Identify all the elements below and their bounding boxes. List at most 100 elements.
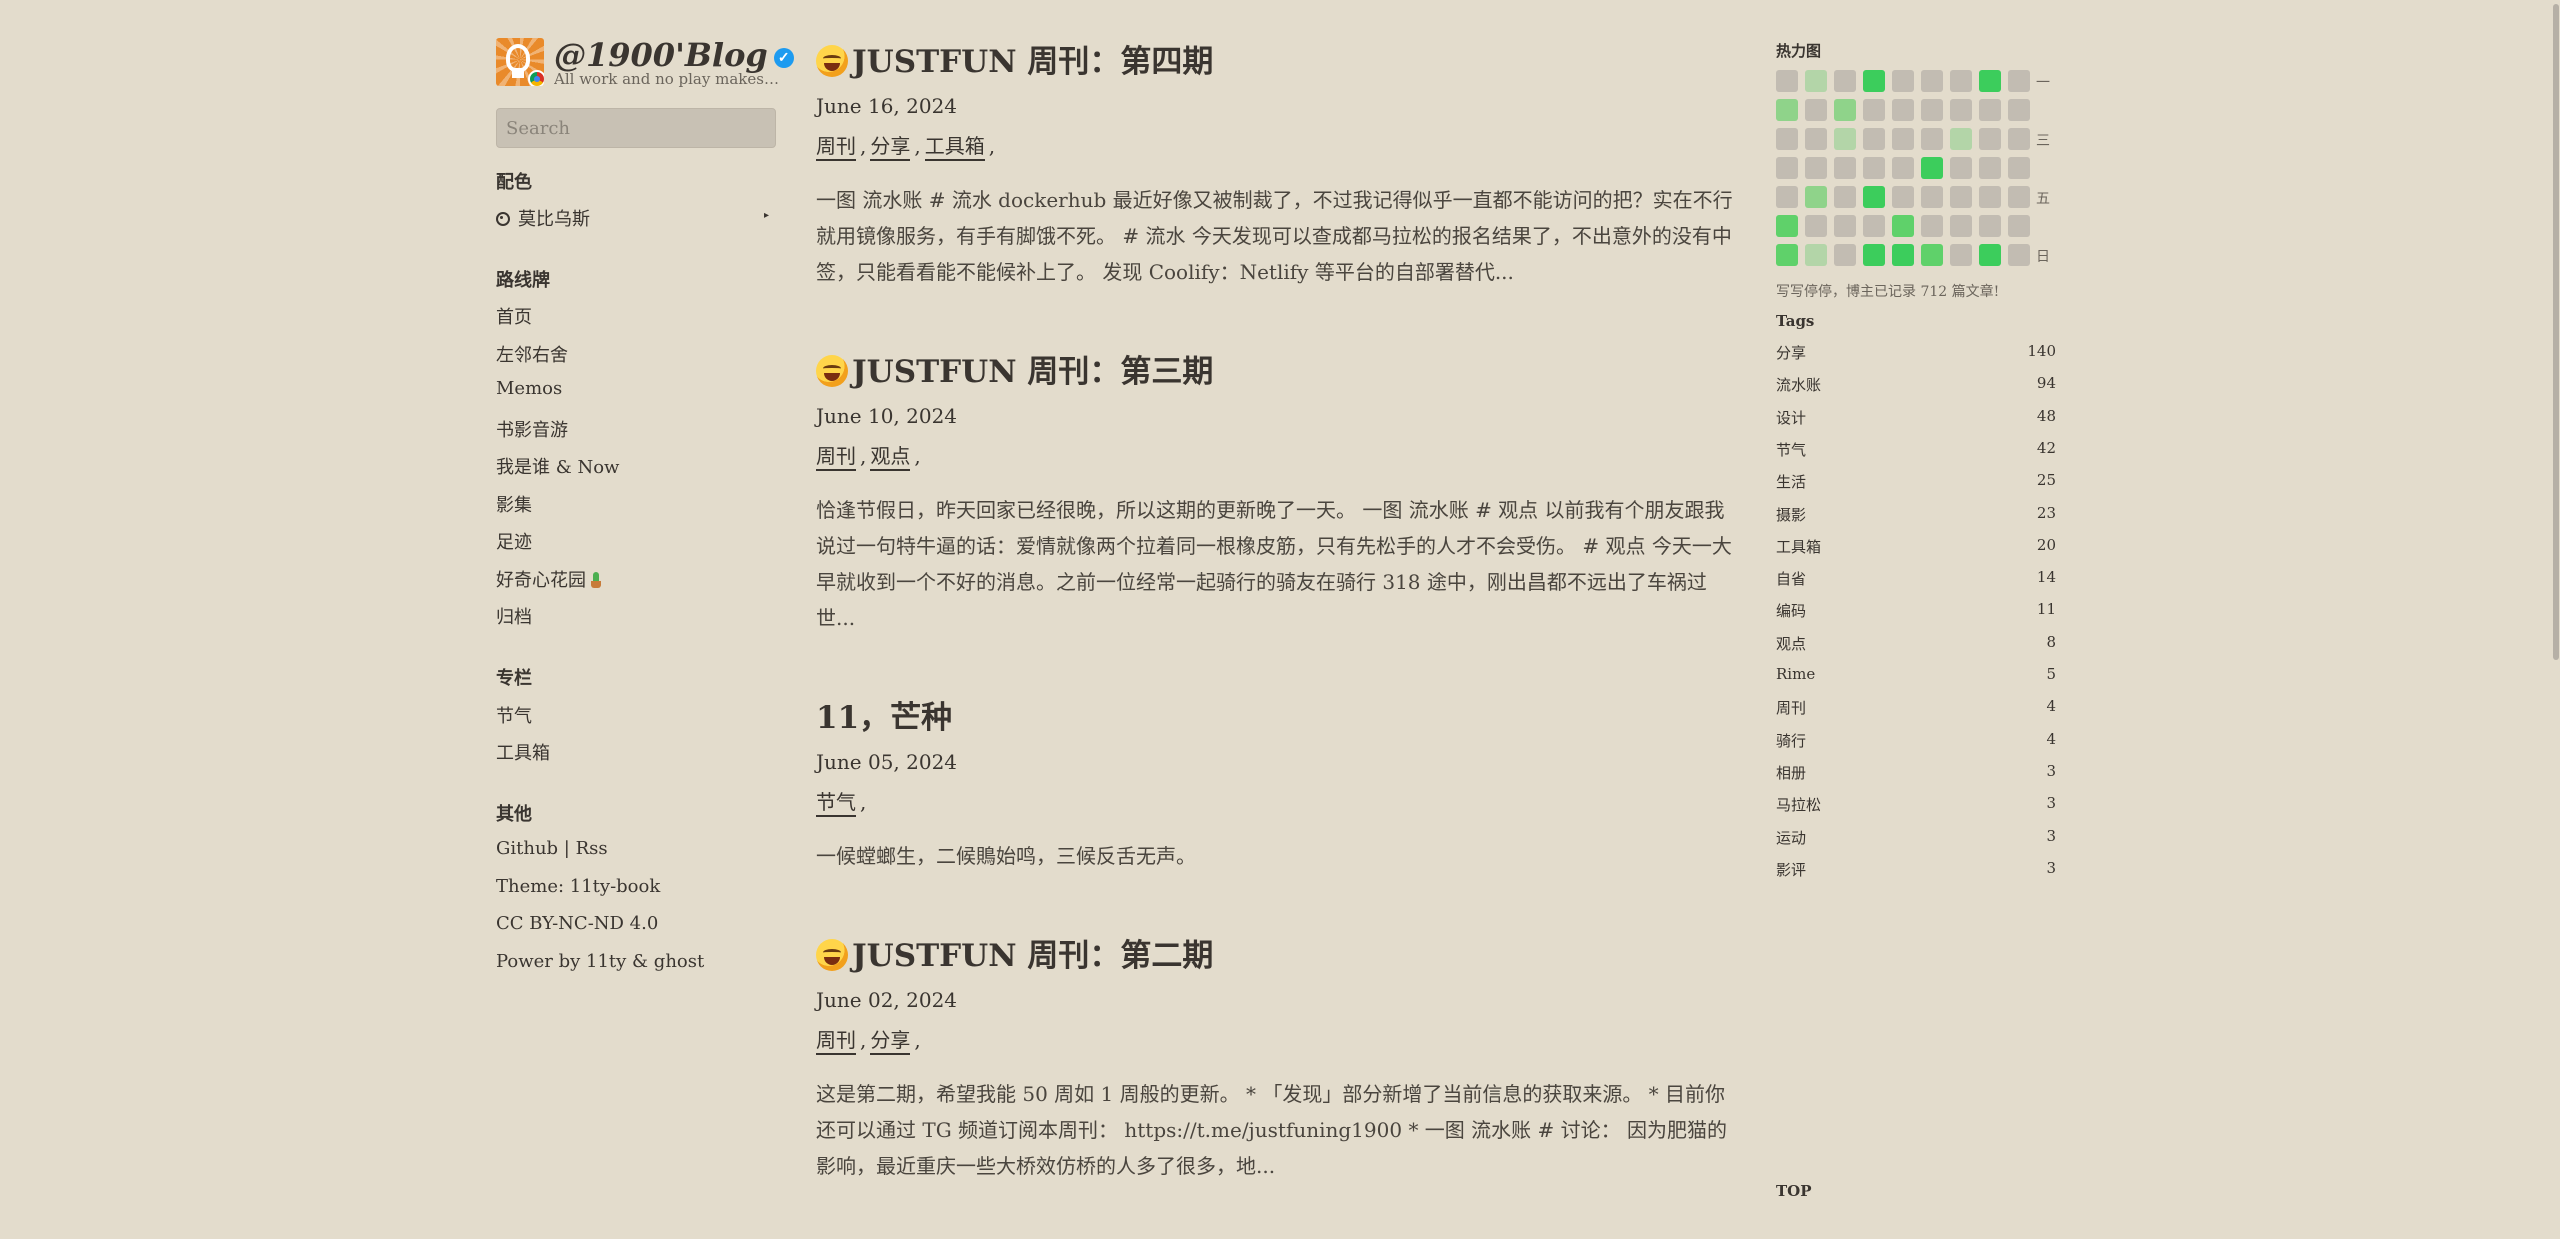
heatmap-cell[interactable] [1834, 157, 1856, 179]
heatmap-cell[interactable] [2008, 186, 2030, 208]
heatmap-cell[interactable] [1776, 215, 1798, 237]
heatmap-cell[interactable] [1805, 157, 1827, 179]
heatmap-cell[interactable] [1863, 244, 1885, 266]
tag-row[interactable]: 马拉松 3 [1776, 794, 2056, 818]
nav-item-footprints[interactable]: 足迹 [496, 528, 532, 554]
nav-item-photos[interactable]: 影集 [496, 491, 532, 517]
heatmap-cell[interactable] [1921, 128, 1943, 150]
post-tag-link[interactable]: 周刊 [816, 1028, 856, 1055]
post-tag-link[interactable]: 节气 [816, 790, 856, 817]
column-item-solar-terms[interactable]: 节气 [496, 702, 532, 728]
tag-row[interactable]: 生活 25 [1776, 471, 2056, 495]
heatmap-cell[interactable] [1979, 99, 2001, 121]
heatmap-cell[interactable] [1979, 70, 2001, 92]
heatmap-cell[interactable] [1805, 244, 1827, 266]
nav-item-friends[interactable]: 左邻右舍 [496, 341, 568, 367]
nav-item-media[interactable]: 书影音游 [496, 416, 568, 442]
heatmap-cell[interactable] [1776, 128, 1798, 150]
heatmap-cell[interactable] [1892, 128, 1914, 150]
heatmap-cell[interactable] [2008, 244, 2030, 266]
other-link-github-rss[interactable]: Github | Rss [496, 838, 608, 859]
post-title[interactable]: JUSTFUN 周刊：第四期 [816, 36, 1213, 81]
heatmap-cell[interactable] [1863, 99, 1885, 121]
post-title[interactable]: JUSTFUN 周刊：第二期 [816, 930, 1213, 975]
heatmap-cell[interactable] [2008, 99, 2030, 121]
heatmap-cell[interactable] [1776, 70, 1798, 92]
post-tag-link[interactable]: 分享 [870, 134, 911, 161]
heatmap-cell[interactable] [1776, 157, 1798, 179]
heatmap-cell[interactable] [1950, 157, 1972, 179]
heatmap-cell[interactable] [2008, 70, 2030, 92]
heatmap-cell[interactable] [1892, 157, 1914, 179]
heatmap-cell[interactable] [1921, 215, 1943, 237]
heatmap-cell[interactable] [1834, 244, 1856, 266]
back-to-top-link[interactable]: TOP [1776, 1182, 1812, 1200]
tag-row[interactable]: 观点 8 [1776, 633, 2056, 657]
heatmap-cell[interactable] [1805, 186, 1827, 208]
heatmap-cell[interactable] [1979, 244, 2001, 266]
heatmap-cell[interactable] [1979, 157, 2001, 179]
heatmap-cell[interactable] [1776, 244, 1798, 266]
heatmap-cell[interactable] [2008, 215, 2030, 237]
nav-item-archive[interactable]: 归档 [496, 603, 532, 629]
tag-row[interactable]: 运动 3 [1776, 827, 2056, 851]
heatmap-cell[interactable] [1834, 128, 1856, 150]
heatmap-cell[interactable] [1921, 186, 1943, 208]
heatmap-cell[interactable] [1863, 70, 1885, 92]
tag-row[interactable]: 影评 3 [1776, 859, 2056, 883]
tag-row[interactable]: 摄影 23 [1776, 504, 2056, 528]
heatmap-cell[interactable] [1950, 128, 1972, 150]
heatmap-cell[interactable] [1863, 186, 1885, 208]
heatmap-cell[interactable] [1805, 215, 1827, 237]
site-logo[interactable] [496, 38, 544, 86]
site-title[interactable]: @1900'Blog ✓ [554, 36, 794, 74]
heatmap-cell[interactable] [1834, 70, 1856, 92]
post-title[interactable]: 11，芒种 [816, 692, 952, 737]
nav-item-home[interactable]: 首页 [496, 303, 532, 329]
tag-row[interactable]: 相册 3 [1776, 762, 2056, 786]
heatmap-cell[interactable] [1979, 215, 2001, 237]
tag-row[interactable]: 编码 11 [1776, 600, 2056, 624]
heatmap-cell[interactable] [1776, 99, 1798, 121]
post-tag-link[interactable]: 分享 [870, 1028, 911, 1055]
column-item-toolbox[interactable]: 工具箱 [496, 739, 550, 765]
heatmap-cell[interactable] [1950, 99, 1972, 121]
nav-item-memos[interactable]: Memos [496, 378, 562, 399]
tag-row[interactable]: 流水账 94 [1776, 374, 2056, 398]
heatmap-cell[interactable] [1834, 215, 1856, 237]
heatmap-cell[interactable] [1805, 99, 1827, 121]
other-link-powered-by[interactable]: Power by 11ty & ghost [496, 951, 704, 972]
scrollbar[interactable] [2550, 0, 2560, 1239]
heatmap-cell[interactable] [1834, 99, 1856, 121]
tag-row[interactable]: 节气 42 [1776, 439, 2056, 463]
heatmap-cell[interactable] [1950, 186, 1972, 208]
site-brand[interactable]: @1900'Blog ✓ All work and no play makes J… [496, 36, 794, 90]
heatmap-cell[interactable] [1950, 215, 1972, 237]
tag-row[interactable]: 工具箱 20 [1776, 536, 2056, 560]
other-link-theme[interactable]: Theme: 11ty-book [496, 876, 660, 897]
post-tag-link[interactable]: 工具箱 [924, 134, 985, 161]
tag-row[interactable]: 分享 140 [1776, 342, 2056, 366]
heatmap-cell[interactable] [1979, 128, 2001, 150]
heatmap-cell[interactable] [1863, 215, 1885, 237]
search-input[interactable] [496, 108, 776, 148]
tag-row[interactable]: 自省 14 [1776, 568, 2056, 592]
heatmap-cell[interactable] [1950, 70, 1972, 92]
heatmap-cell[interactable] [1921, 70, 1943, 92]
heatmap-cell[interactable] [1863, 128, 1885, 150]
heatmap-cell[interactable] [1979, 186, 2001, 208]
heatmap-cell[interactable] [1921, 157, 1943, 179]
tag-row[interactable]: 周刊 4 [1776, 697, 2056, 721]
nav-item-about[interactable]: 我是谁 & Now [496, 453, 619, 479]
heatmap-cell[interactable] [1892, 70, 1914, 92]
heatmap-cell[interactable] [1776, 186, 1798, 208]
color-scheme-select[interactable]: 莫比乌斯 [496, 205, 590, 231]
tag-row[interactable]: 设计 48 [1776, 407, 2056, 431]
heatmap-cell[interactable] [1921, 99, 1943, 121]
heatmap-cell[interactable] [2008, 128, 2030, 150]
post-tag-link[interactable]: 周刊 [816, 444, 856, 471]
post-title[interactable]: JUSTFUN 周刊：第三期 [816, 346, 1213, 391]
heatmap-cell[interactable] [1892, 244, 1914, 266]
nav-item-garden[interactable]: 好奇心花园 [496, 566, 602, 592]
heatmap-cell[interactable] [1892, 99, 1914, 121]
